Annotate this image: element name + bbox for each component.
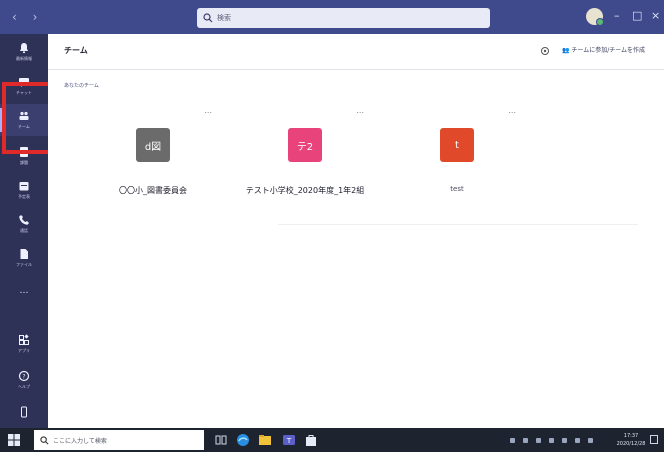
team-avatar: d図 [136, 128, 170, 162]
tray-icon[interactable] [562, 437, 567, 443]
more-options-icon[interactable]: ... [508, 106, 516, 115]
team-name: テスト小学校_2020年度_1年2組 [245, 186, 365, 195]
svg-text:T: T [286, 437, 292, 445]
rail-item-files[interactable]: ファイル [0, 242, 48, 274]
minimize-button[interactable]: – [614, 9, 620, 22]
tray-icon[interactable] [510, 437, 515, 443]
page-title: チーム [64, 46, 88, 55]
calendar-icon [19, 182, 29, 191]
svg-text:?: ? [22, 373, 25, 380]
search-icon [203, 13, 213, 23]
tray-icon[interactable] [549, 437, 554, 443]
teams-taskbar-icon[interactable]: T [282, 433, 296, 447]
bell-icon [20, 43, 28, 53]
join-create-label: チームに参加/チームを作成 [571, 47, 646, 54]
file-explorer-icon[interactable] [258, 433, 272, 447]
team-avatar: t [440, 128, 474, 162]
file-icon [20, 249, 28, 259]
team-name: test [450, 185, 464, 193]
phone-icon [19, 215, 29, 225]
team-card[interactable]: ... t test [392, 106, 522, 196]
header: チーム 👥 チームに参加/チームを作成 [48, 34, 664, 70]
search-placeholder: 検索 [217, 14, 231, 22]
taskbar: ここに入力して検索 T 17:37 2020/12/28 [0, 428, 664, 452]
gear-icon[interactable] [540, 46, 550, 56]
notification-icon[interactable] [650, 435, 658, 444]
device-icon [21, 406, 27, 418]
rail-item-apps[interactable]: アプリ [0, 328, 48, 360]
rail-item-calls[interactable]: 通話 [0, 208, 48, 240]
team-avatar: テ2 [288, 128, 322, 162]
rail-label: 最新情報 [16, 56, 32, 61]
section-label: あなたのチーム [64, 83, 99, 89]
more-options-icon[interactable]: ... [356, 106, 364, 115]
team-card[interactable]: ... テ2 テスト小学校_2020年度_1年2組 [240, 106, 370, 196]
maximize-button[interactable]: □ [632, 9, 642, 22]
more-options-icon[interactable]: ... [204, 106, 212, 115]
search-input[interactable]: 検索 [197, 8, 490, 28]
edge-icon[interactable] [236, 433, 250, 447]
rail-label: アプリ [18, 348, 30, 353]
main-content: チーム 👥 チームに参加/チームを作成 あなたのチーム ... d図 〇〇小_図… [48, 34, 664, 428]
search-icon [40, 435, 49, 444]
task-view-icon[interactable] [214, 433, 228, 447]
rail-label: 通話 [20, 228, 28, 233]
more-icon: … [19, 286, 29, 296]
system-tray[interactable] [510, 436, 620, 444]
team-name: 〇〇小_図書委員会 [119, 186, 187, 195]
rail-label: 課題 [20, 160, 28, 165]
join-create-button[interactable]: 👥 チームに参加/チームを作成 [562, 45, 645, 54]
join-create-icon: 👥 [562, 47, 572, 54]
tray-icon[interactable] [536, 437, 541, 443]
team-card[interactable]: ... d図 〇〇小_図書委員会 [88, 106, 218, 196]
rail-item-help[interactable]: ? ヘルプ [0, 364, 48, 396]
rail-item-device[interactable] [0, 396, 48, 428]
tray-icon[interactable] [575, 437, 580, 443]
avatar[interactable] [586, 8, 604, 26]
clock-date: 2020/12/28 [616, 441, 646, 447]
tray-icon[interactable] [588, 437, 593, 443]
taskbar-search-placeholder: ここに入力して検索 [53, 437, 107, 445]
rail-label: 予定表 [18, 194, 30, 199]
rail-label: ヘルプ [18, 384, 30, 389]
clock-time: 17:37 [623, 433, 639, 439]
rail-item-more[interactable]: … [0, 274, 48, 306]
rail-label: ファイル [16, 262, 32, 267]
rail-item-activity[interactable]: 最新情報 [0, 36, 48, 68]
title-bar: ‹ › 検索 – □ × [0, 0, 664, 34]
taskbar-search-input[interactable]: ここに入力して検索 [34, 430, 204, 450]
rail-item-calendar[interactable]: 予定表 [0, 174, 48, 206]
store-icon[interactable] [304, 433, 318, 447]
divider [278, 224, 638, 225]
tray-icon[interactable] [523, 437, 528, 443]
close-button[interactable]: × [651, 9, 660, 22]
windows-start-icon[interactable] [8, 434, 20, 446]
nav-arrows[interactable]: ‹ › [12, 10, 43, 24]
clock[interactable]: 17:37 2020/12/28 [614, 432, 648, 448]
apps-icon [19, 334, 29, 345]
help-icon: ? [18, 370, 30, 382]
